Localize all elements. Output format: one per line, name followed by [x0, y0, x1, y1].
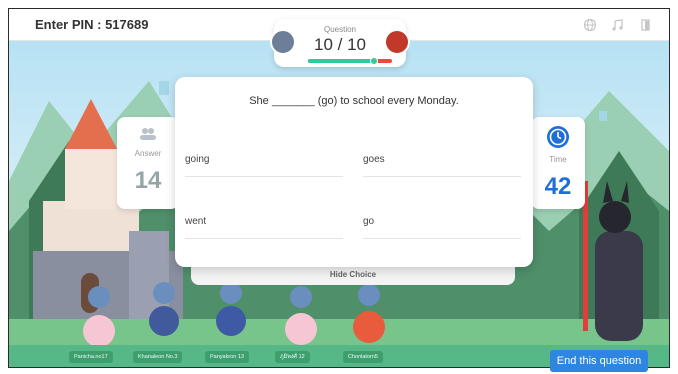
player-name-tag: Panicha.no17: [69, 351, 113, 363]
game-window: Enter PIN : 517689 Question 10 / 10 Answ…: [8, 8, 670, 368]
globe-icon[interactable]: [583, 18, 597, 32]
player-name-tag: ภูมิพงศ์ 12: [275, 351, 310, 363]
end-question-button[interactable]: End this question: [550, 350, 648, 372]
hide-choice-button[interactable]: Hide Choice: [191, 265, 515, 285]
choice-3[interactable]: went: [185, 205, 343, 239]
player-name-tag: Panyakron 13: [205, 351, 249, 363]
answer-label: Answer: [134, 149, 162, 158]
users-icon: [117, 127, 179, 146]
toolbar-icons: [583, 18, 653, 32]
boss-avatar: [384, 29, 410, 55]
question-text: She _______ (go) to school every Monday.: [249, 95, 459, 107]
pin-label: Enter PIN : 517689: [35, 17, 149, 32]
answer-value: 14: [134, 167, 162, 194]
time-value: 42: [544, 173, 572, 200]
player-name-tag: Chonlatorn5: [343, 351, 383, 363]
question-progress-fill: [308, 59, 374, 63]
question-progress-card: Question 10 / 10: [270, 19, 410, 67]
question-progress-bar: [308, 57, 392, 65]
choice-1[interactable]: going: [185, 143, 343, 177]
choice-2[interactable]: goes: [363, 143, 521, 177]
time-label: Time: [549, 155, 567, 164]
music-icon[interactable]: [611, 18, 625, 32]
exit-icon[interactable]: [639, 18, 653, 32]
clock-icon: [531, 125, 585, 154]
answer-count-card: Answer 14: [117, 117, 179, 209]
question-panel: She _______ (go) to school every Monday.…: [175, 77, 533, 267]
choice-4[interactable]: go: [363, 205, 521, 239]
player-name-tag: Khanaleon No.3: [133, 351, 183, 363]
time-card: Time 42: [531, 117, 585, 209]
question-progress-marker: [369, 57, 378, 65]
